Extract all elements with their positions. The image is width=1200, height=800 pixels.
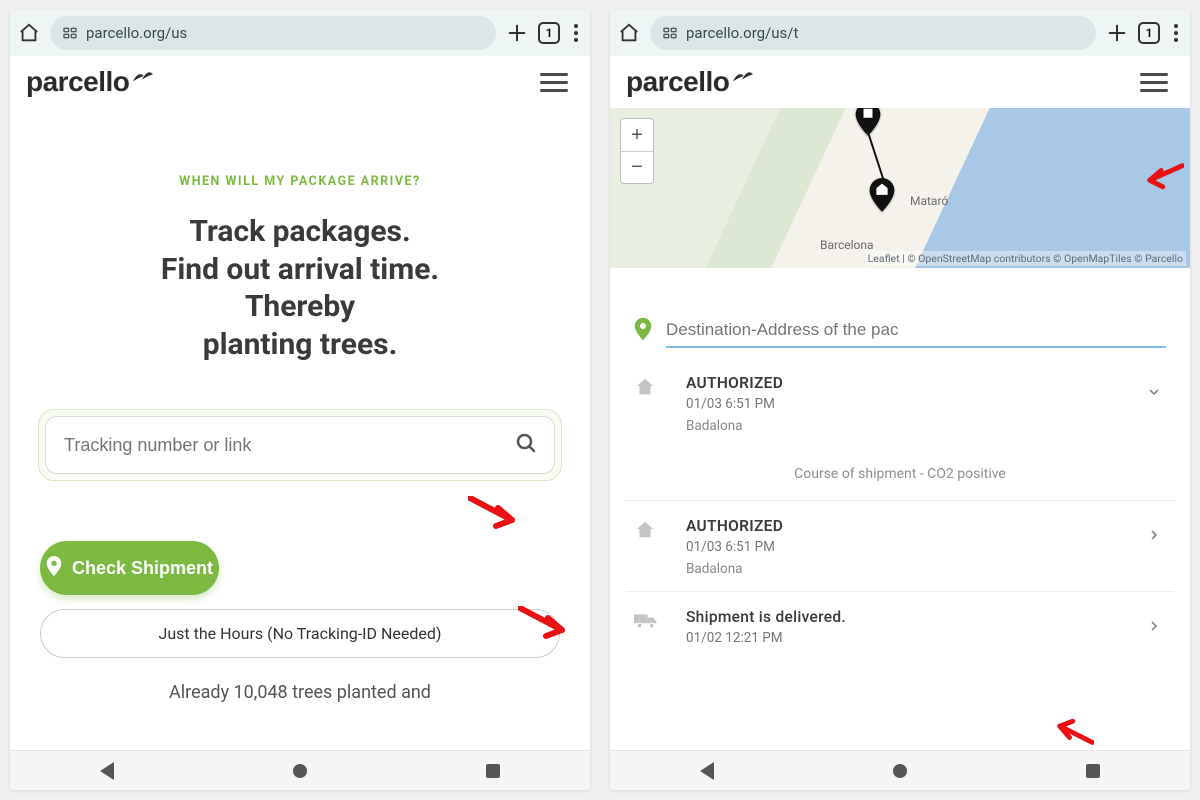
brand-logo[interactable]: parcello	[626, 66, 753, 98]
tabs-count: 1	[1146, 26, 1153, 40]
truck-icon	[634, 610, 674, 634]
event-row[interactable]: AUTHORIZED 01/03 6:51 PM Badalona	[626, 500, 1174, 592]
new-tab-icon[interactable]	[1106, 22, 1128, 44]
nav-home-icon[interactable]	[893, 764, 907, 778]
hamburger-menu-icon[interactable]	[1134, 67, 1174, 98]
browser-chrome: parcello.org/us/t 1	[610, 10, 1190, 56]
destination-pin-icon	[634, 317, 652, 345]
event-time: 01/03 6:51 PM	[686, 539, 1134, 555]
tabs-button[interactable]: 1	[1138, 22, 1160, 44]
event-location: Badalona	[686, 561, 1134, 577]
destination-address-input[interactable]	[666, 314, 1166, 348]
event-time: 01/02 12:21 PM	[686, 630, 1134, 646]
app-header: parcello	[10, 56, 590, 108]
event-status: AUTHORIZED	[686, 374, 1134, 392]
map-label-barcelona: Barcelona	[820, 238, 874, 252]
chevron-right-icon	[1146, 618, 1166, 639]
results-panel: AUTHORIZED 01/03 6:51 PM Badalona Course…	[610, 268, 1190, 710]
app-header: parcello	[610, 56, 1190, 108]
home-icon	[634, 519, 674, 545]
tracking-map[interactable]: + − Barcelona Mataró Leaflet | © OpenStr…	[610, 108, 1190, 268]
just-hours-button[interactable]: Just the Hours (No Tracking-ID Needed)	[40, 609, 560, 658]
nav-recents-icon[interactable]	[486, 764, 500, 778]
search-container	[38, 409, 562, 481]
browser-home-icon[interactable]	[18, 22, 40, 44]
zoom-out-button[interactable]: −	[621, 151, 653, 183]
brand-text: parcello	[26, 66, 129, 98]
map-attribution: Leaflet | © OpenStreetMap contributors ©…	[865, 251, 1186, 266]
site-permissions-icon	[62, 25, 78, 41]
map-label-mataro: Mataró	[910, 194, 948, 208]
trees-footnote: Already 10,048 trees planted and	[30, 682, 570, 703]
chevron-down-icon	[1146, 384, 1166, 405]
url-bar[interactable]: parcello.org/us	[50, 16, 496, 50]
android-navbar	[610, 750, 1190, 790]
brand-logo[interactable]: parcello	[26, 66, 153, 98]
leaf-icon	[131, 59, 153, 91]
event-status: AUTHORIZED	[686, 517, 1134, 535]
annotation-arrow-icon	[468, 496, 522, 532]
url-text: parcello.org/us	[86, 24, 187, 42]
browser-chrome: parcello.org/us 1	[10, 10, 590, 56]
nav-recents-icon[interactable]	[1086, 764, 1100, 778]
leaf-icon	[731, 59, 753, 91]
check-shipment-label: Check Shipment	[72, 558, 213, 579]
event-status: Shipment is delivered.	[686, 608, 1134, 626]
hamburger-menu-icon[interactable]	[534, 67, 574, 98]
zoom-in-button[interactable]: +	[621, 119, 653, 151]
tracking-input[interactable]	[62, 434, 504, 457]
hero-headline: Track packages. Find out arrival time. T…	[30, 213, 570, 363]
tabs-button[interactable]: 1	[538, 22, 560, 44]
url-bar[interactable]: parcello.org/us/t	[650, 16, 1096, 50]
event-row[interactable]: Shipment is delivered. 01/02 12:21 PM	[626, 592, 1174, 650]
search-icon[interactable]	[514, 431, 538, 459]
brand-text: parcello	[626, 66, 729, 98]
browser-menu-icon[interactable]	[1170, 20, 1182, 46]
map-zoom-control: + −	[620, 118, 654, 184]
pin-icon	[46, 556, 62, 581]
event-row[interactable]: AUTHORIZED 01/03 6:51 PM Badalona	[626, 358, 1174, 448]
shipment-course-caption: Course of shipment - CO2 positive	[626, 448, 1174, 500]
browser-menu-icon[interactable]	[570, 20, 582, 46]
home-icon	[634, 376, 674, 402]
nav-back-icon[interactable]	[700, 762, 714, 780]
map-marker-origin-icon	[850, 108, 886, 138]
tabs-count: 1	[546, 26, 553, 40]
url-text: parcello.org/us/t	[686, 24, 798, 42]
site-permissions-icon	[662, 25, 678, 41]
phone-left: parcello.org/us 1 parcello WHEN WILL MY …	[10, 10, 590, 790]
event-location: Badalona	[686, 418, 1134, 434]
nav-home-icon[interactable]	[293, 764, 307, 778]
event-time: 01/03 6:51 PM	[686, 396, 1134, 412]
hero-eyebrow: WHEN WILL MY PACKAGE ARRIVE?	[30, 174, 570, 189]
chevron-right-icon	[1146, 527, 1166, 548]
nav-back-icon[interactable]	[100, 762, 114, 780]
map-marker-destination-icon	[864, 178, 900, 214]
android-navbar	[10, 750, 590, 790]
browser-home-icon[interactable]	[618, 22, 640, 44]
phone-right: parcello.org/us/t 1 parcello + − Barcelo…	[610, 10, 1190, 790]
new-tab-icon[interactable]	[506, 22, 528, 44]
check-shipment-button[interactable]: Check Shipment	[40, 541, 219, 595]
annotation-arrow-icon	[1140, 162, 1184, 192]
annotation-arrow-icon	[1050, 716, 1094, 746]
